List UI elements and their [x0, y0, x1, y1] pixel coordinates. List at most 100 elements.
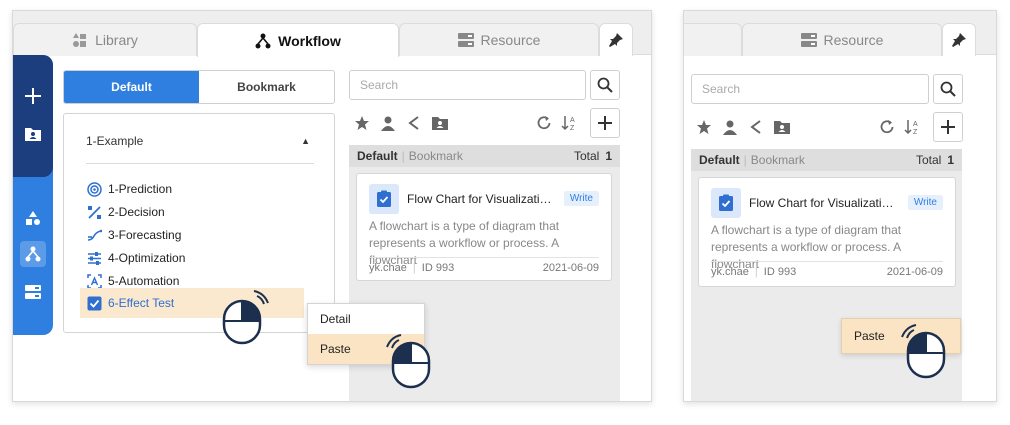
tree-root-label: 1-Example — [86, 134, 144, 148]
workflow-tree: 1-Example ▲ 1-Prediction 2-Decision 3-Fo… — [63, 113, 335, 333]
card-footer: yk.chae | ID 993 2021-06-09 — [711, 261, 943, 278]
folder-user-icon — [25, 128, 41, 141]
percent-icon — [86, 204, 102, 220]
filter-bookmark[interactable]: Bookmark — [751, 153, 805, 167]
card-date: 2021-06-09 — [542, 262, 599, 274]
filter-tools — [353, 113, 457, 133]
filter-default[interactable]: Default — [699, 153, 740, 167]
card-date: 2021-06-09 — [886, 266, 943, 278]
card-id: ID 993 — [421, 262, 455, 274]
sort-icon[interactable]: AZ — [904, 118, 922, 136]
pin-icon — [952, 33, 966, 47]
workflow-icon — [255, 33, 271, 48]
search-input[interactable]: Search — [349, 70, 586, 100]
search-input[interactable]: Search — [691, 74, 929, 104]
plus-icon — [25, 88, 41, 104]
folder-user-icon[interactable] — [773, 118, 791, 136]
card-title: Flow Chart for Visualization... — [749, 196, 899, 210]
pin-button[interactable] — [942, 23, 976, 56]
tab-resource[interactable]: Resource — [399, 23, 599, 56]
search-button[interactable] — [933, 74, 963, 104]
tree-item-label: 5-Automation — [108, 274, 180, 288]
separator: | — [743, 153, 747, 167]
side-toolbar-top — [13, 55, 53, 177]
card-user: yk.chae — [711, 266, 749, 278]
tab-bar: Library Workflow Resource — [13, 11, 651, 57]
svg-text:Z: Z — [570, 125, 575, 132]
tab-library-label: Library — [95, 32, 138, 48]
user-icon[interactable] — [721, 118, 739, 136]
search-button[interactable] — [590, 70, 620, 100]
tab-previous[interactable] — [684, 23, 742, 56]
shapes-button[interactable] — [20, 205, 46, 231]
add-item-button[interactable] — [590, 108, 620, 138]
bookmark-toggle[interactable]: Bookmark — [199, 71, 334, 103]
share-icon[interactable] — [747, 118, 765, 136]
tree-root[interactable]: 1-Example ▲ — [86, 134, 314, 164]
add-button[interactable] — [20, 83, 46, 109]
write-badge: Write — [563, 191, 599, 206]
refresh-icon[interactable] — [535, 114, 553, 132]
filter-bookmark[interactable]: Bookmark — [409, 149, 463, 163]
search-icon — [940, 81, 956, 97]
trend-icon — [86, 227, 102, 243]
workflow-panel: Library Workflow Resource Default Bookma… — [12, 10, 652, 402]
target-icon — [86, 181, 102, 197]
star-icon[interactable] — [695, 118, 713, 136]
total-value: 1 — [605, 149, 612, 163]
svg-text:A: A — [570, 117, 575, 124]
side-toolbar — [13, 55, 53, 335]
tree-item-label: 6-Effect Test — [108, 296, 175, 310]
card-footer: yk.chae | ID 993 2021-06-09 — [369, 257, 599, 274]
svg-text:Z: Z — [913, 129, 918, 136]
caret-up-icon[interactable]: ▲ — [301, 136, 310, 146]
automation-icon — [86, 273, 102, 289]
filter-default[interactable]: Default — [357, 149, 398, 163]
sort-icon[interactable]: AZ — [561, 114, 579, 132]
tree-item[interactable]: 4-Optimization — [86, 247, 306, 269]
workflow-button[interactable] — [20, 241, 46, 267]
default-toggle[interactable]: Default — [64, 71, 199, 103]
tab-resource[interactable]: Resource — [742, 23, 942, 56]
plus-icon — [941, 120, 955, 134]
tab-library[interactable]: Library — [13, 23, 197, 56]
server-icon — [25, 285, 41, 299]
workflow-card[interactable]: Flow Chart for Visualization... Write A … — [698, 177, 956, 287]
shapes-icon — [26, 211, 40, 225]
filter-tools — [695, 117, 799, 137]
card-id: ID 993 — [763, 266, 797, 278]
tab-resource-label: Resource — [823, 32, 884, 48]
card-user: yk.chae — [369, 262, 407, 274]
server-button[interactable] — [20, 279, 46, 305]
view-toggle: Default Bookmark — [63, 70, 335, 104]
mouse-left-click-icon — [901, 324, 946, 379]
tree-item[interactable]: 3-Forecasting — [86, 224, 306, 246]
shapes-icon — [73, 33, 87, 47]
tree-item[interactable]: 1-Prediction — [86, 178, 306, 200]
mouse-left-click-icon — [386, 334, 431, 389]
total-count: Total 1 — [916, 153, 954, 167]
share-icon[interactable] — [405, 114, 423, 132]
add-item-button[interactable] — [933, 112, 963, 142]
folder-user-icon[interactable] — [431, 114, 449, 132]
tree-item[interactable]: 2-Decision — [86, 201, 306, 223]
server-icon — [457, 33, 474, 47]
star-icon[interactable] — [353, 114, 371, 132]
refresh-icon[interactable] — [878, 118, 896, 136]
folder-user-button[interactable] — [20, 121, 46, 147]
divider: | — [412, 262, 416, 274]
tab-workflow[interactable]: Workflow — [197, 23, 399, 57]
filter-bar: Default | Bookmark Total 1 — [691, 149, 962, 171]
svg-text:A: A — [913, 121, 918, 128]
sliders-icon — [86, 250, 102, 266]
pin-button[interactable] — [599, 23, 633, 56]
mouse-right-click-icon — [222, 290, 269, 345]
checkbox-icon — [86, 295, 102, 311]
total-value: 1 — [947, 153, 954, 167]
tab-workflow-label: Workflow — [278, 32, 341, 49]
user-icon[interactable] — [379, 114, 397, 132]
tree-item-label: 2-Decision — [108, 205, 165, 219]
filter-bar: Default | Bookmark Total 1 — [349, 145, 620, 167]
workflow-card[interactable]: Flow Chart for Visualization... Write A … — [356, 173, 612, 281]
workflow-icon — [25, 246, 41, 262]
